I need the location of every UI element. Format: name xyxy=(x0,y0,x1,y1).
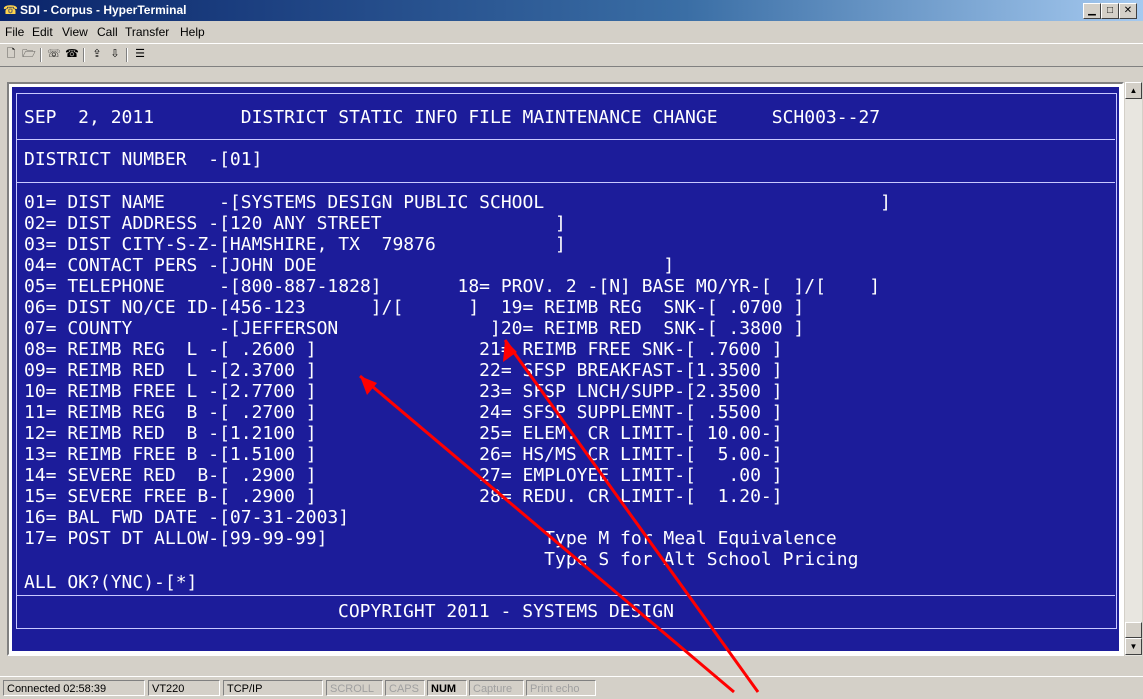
title-bar[interactable]: ☎ SDI - Corpus - HyperTerminal ▁ □ ✕ xyxy=(0,0,1143,21)
copyright-line: COPYRIGHT 2011 - SYSTEMS DESIGN xyxy=(338,601,674,622)
scroll-up-icon[interactable]: ▲ xyxy=(1125,82,1142,99)
field-line-13: 13= REIMB FREE B -[1.5100 ] 26= HS/MS CR… xyxy=(24,444,783,465)
field-line-01: 01= DIST NAME -[SYSTEMS DESIGN PUBLIC SC… xyxy=(24,192,891,213)
terminal-frame: SEP 2, 2011 DISTRICT STATIC INFO FILE MA… xyxy=(7,82,1124,656)
status-scroll: SCROLL xyxy=(326,680,383,696)
connect-icon[interactable]: ☏ xyxy=(46,47,62,62)
divider xyxy=(16,182,1115,183)
status-capture: Capture xyxy=(469,680,524,696)
receive-icon[interactable]: ⇩ xyxy=(107,47,123,62)
hyperterminal-app-icon: ☎ xyxy=(3,3,18,17)
pricing-hint-line: Type S for Alt School Pricing xyxy=(24,549,859,570)
field-line-16: 16= BAL FWD DATE -[07-31-2003] xyxy=(24,507,350,528)
new-icon[interactable]: 🗋 xyxy=(3,47,19,62)
status-emulation: VT220 xyxy=(148,680,220,696)
menu-help[interactable]: Help xyxy=(180,25,205,39)
field-line-08: 08= REIMB REG L -[ .2600 ] 21= REIMB FRE… xyxy=(24,339,783,360)
send-icon[interactable]: ⇪ xyxy=(89,47,105,62)
menu-view[interactable]: View xyxy=(62,25,88,39)
disconnect-icon[interactable]: ☎ xyxy=(64,47,80,62)
vertical-scrollbar[interactable]: ▲ ▼ xyxy=(1124,82,1142,656)
open-icon[interactable]: 🗁 xyxy=(21,47,37,62)
screen-header: SEP 2, 2011 DISTRICT STATIC INFO FILE MA… xyxy=(24,107,881,128)
minimize-icon[interactable]: ▁ xyxy=(1083,3,1101,19)
field-line-10: 10= REIMB FREE L -[2.7700 ] 23= SFSP LNC… xyxy=(24,381,783,402)
menu-file[interactable]: File xyxy=(5,25,24,39)
toolbar: 🗋 🗁 ☏ ☎ ⇪ ⇩ ☰ xyxy=(0,43,1143,67)
field-line-12: 12= REIMB RED B -[1.2100 ] 25= ELEM. CR … xyxy=(24,423,783,444)
scroll-down-icon[interactable]: ▼ xyxy=(1125,638,1142,655)
status-num: NUM xyxy=(427,680,467,696)
terminal-screen[interactable]: SEP 2, 2011 DISTRICT STATIC INFO FILE MA… xyxy=(12,87,1119,651)
field-line-09: 09= REIMB RED L -[2.3700 ] 22= SFSP BREA… xyxy=(24,360,783,381)
divider xyxy=(16,139,1115,140)
properties-icon[interactable]: ☰ xyxy=(132,47,148,62)
scroll-thumb[interactable] xyxy=(1125,622,1142,638)
field-line-04: 04= CONTACT PERS -[JOHN DOE ] xyxy=(24,255,675,276)
menu-bar: File Edit View Call Transfer Help xyxy=(0,22,1143,42)
field-line-05: 05= TELEPHONE -[800-887-1828] 18= PROV. … xyxy=(24,276,881,297)
district-number: DISTRICT NUMBER -[01] xyxy=(24,149,263,170)
divider xyxy=(16,595,1115,596)
field-line-07: 07= COUNTY -[JEFFERSON ]20= REIMB RED SN… xyxy=(24,318,805,339)
close-icon[interactable]: ✕ xyxy=(1119,3,1137,19)
menu-edit[interactable]: Edit xyxy=(32,25,53,39)
field-line-06: 06= DIST NO/CE ID-[456-123 ]/[ ] 19= REI… xyxy=(24,297,805,318)
status-caps: CAPS xyxy=(385,680,425,696)
toolbar-separator xyxy=(83,48,85,62)
maximize-icon[interactable]: □ xyxy=(1101,3,1119,19)
toolbar-separator xyxy=(126,48,128,62)
status-protocol: TCP/IP xyxy=(223,680,323,696)
menu-call[interactable]: Call xyxy=(97,25,118,39)
window-title: SDI - Corpus - HyperTerminal xyxy=(20,3,187,17)
all-ok-prompt[interactable]: ALL OK?(YNC)-[*] xyxy=(24,572,197,594)
menu-transfer[interactable]: Transfer xyxy=(125,25,169,39)
field-line-03: 03= DIST CITY-S-Z-[HAMSHIRE, TX 79876 ] xyxy=(24,234,566,255)
field-line-14: 14= SEVERE RED B-[ .2900 ] 27= EMPLOYEE … xyxy=(24,465,783,486)
status-connected: Connected 02:58:39 xyxy=(3,680,145,696)
field-line-11: 11= REIMB REG B -[ .2700 ] 24= SFSP SUPP… xyxy=(24,402,783,423)
field-line-17: 17= POST DT ALLOW-[99-99-99] Type M for … xyxy=(24,528,837,549)
toolbar-separator xyxy=(40,48,42,62)
status-bar: Connected 02:58:39 VT220 TCP/IP SCROLL C… xyxy=(0,676,1143,699)
hyperterminal-window: ☎ SDI - Corpus - HyperTerminal ▁ □ ✕ Fil… xyxy=(0,0,1143,699)
field-line-02: 02= DIST ADDRESS -[120 ANY STREET ] xyxy=(24,213,566,234)
field-line-15: 15= SEVERE FREE B-[ .2900 ] 28= REDU. CR… xyxy=(24,486,783,507)
status-print-echo: Print echo xyxy=(526,680,596,696)
